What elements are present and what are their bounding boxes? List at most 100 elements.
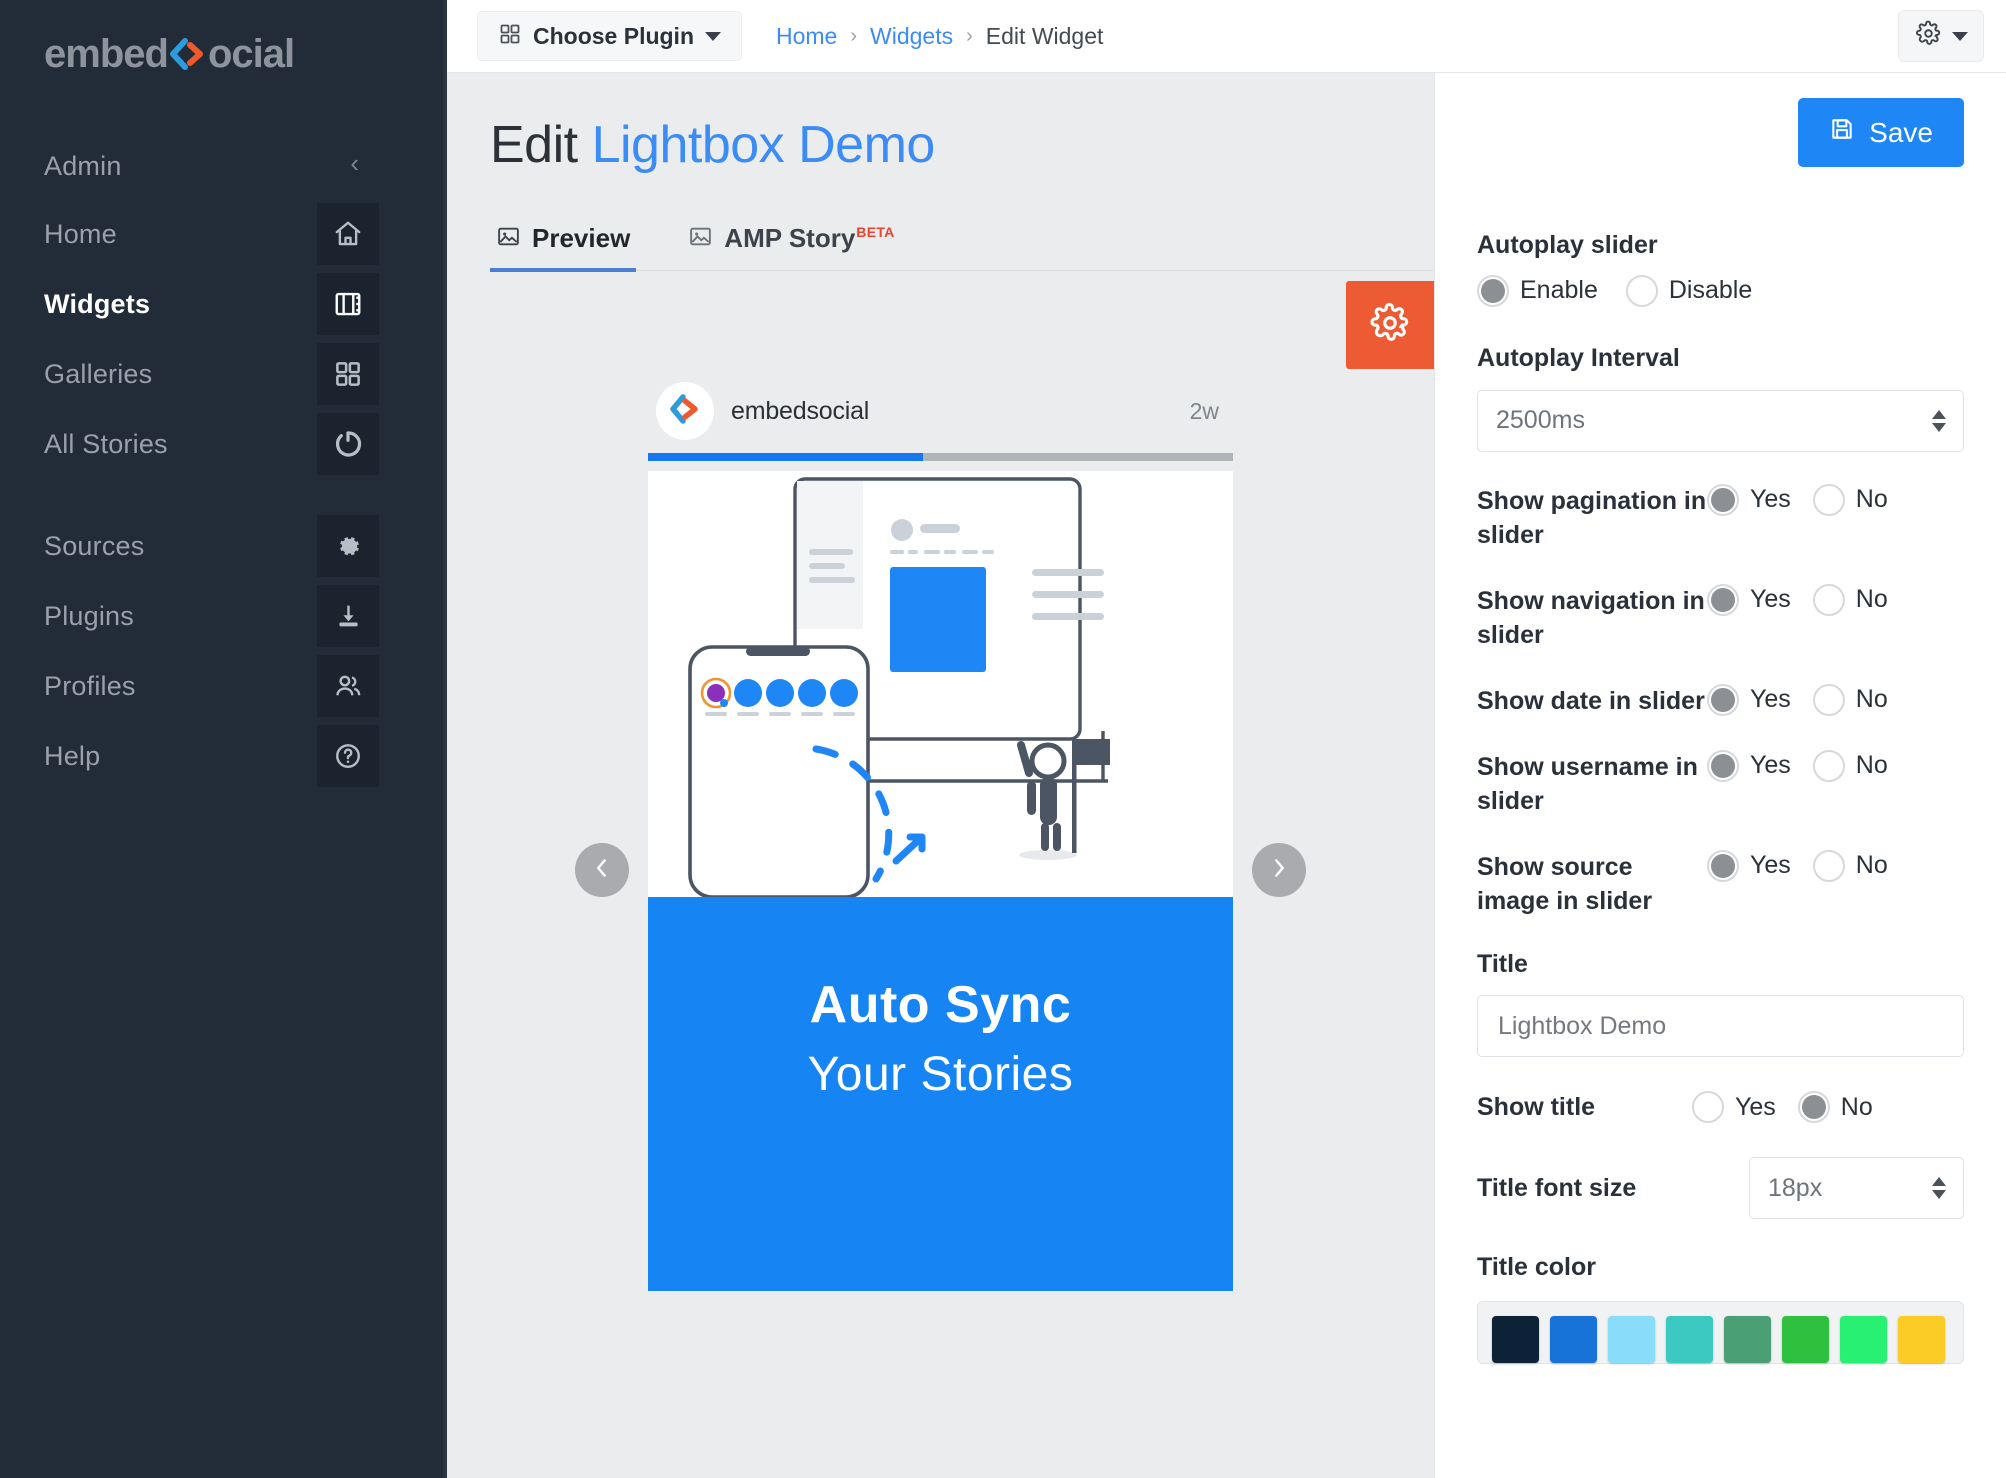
radio-label: Yes — [1750, 751, 1791, 779]
story-media[interactable]: Auto Sync Your Stories — [648, 471, 1233, 1291]
show-navigation-no[interactable]: No — [1812, 583, 1888, 616]
autoplay-interval-select[interactable]: 2500ms — [1477, 389, 1964, 452]
story-illustration — [648, 471, 1233, 897]
autoplay-slider-label: Autoplay slider — [1477, 231, 1658, 259]
show-pagination-no[interactable]: No — [1812, 483, 1888, 516]
title-font-size-row: Title font size 18px — [1477, 1157, 1964, 1220]
show-username-no[interactable]: No — [1812, 749, 1888, 782]
film-strip-icon — [317, 273, 379, 335]
show-title-no[interactable]: No — [1797, 1091, 1873, 1124]
avatar[interactable] — [656, 382, 714, 440]
title-input[interactable] — [1477, 995, 1964, 1058]
title-field: Title — [1477, 948, 1964, 1058]
main-area: Choose Plugin Home › Widgets › Edit Widg… — [447, 0, 2006, 1478]
breadcrumb-separator: › — [850, 24, 858, 47]
sidebar-item-plugins[interactable]: Plugins — [0, 581, 447, 651]
preview-prev-button[interactable] — [575, 843, 629, 897]
story-timestamp: 2w — [1189, 397, 1219, 424]
radio-dot — [1707, 683, 1739, 716]
show-source-image-yes[interactable]: Yes — [1707, 849, 1791, 882]
sidebar-divider-gap — [0, 479, 447, 511]
title-color-field: Title color — [1477, 1251, 1964, 1364]
radio-label: No — [1855, 685, 1888, 713]
sidebar-item-sources[interactable]: Sources — [0, 511, 447, 581]
color-swatch[interactable] — [1840, 1316, 1887, 1363]
show-pagination-yes[interactable]: Yes — [1707, 483, 1791, 516]
show-source-image-row: Show source image in slider Yes No — [1477, 848, 1964, 918]
show-title-yes[interactable]: Yes — [1692, 1091, 1776, 1124]
sidebar-item-all-stories[interactable]: All Stories — [0, 409, 447, 479]
color-swatch[interactable] — [1898, 1316, 1945, 1363]
color-swatch[interactable] — [1550, 1316, 1597, 1363]
sidebar-item-label: Widgets — [44, 288, 151, 319]
preview-settings-fab[interactable] — [1346, 281, 1434, 369]
autoplay-interval-value: 2500ms — [1496, 406, 1585, 434]
sidebar-item-label: Home — [44, 218, 117, 249]
show-date-no[interactable]: No — [1812, 683, 1888, 716]
sidebar-item-galleries[interactable]: Galleries — [0, 339, 447, 409]
story-progress-bar[interactable] — [648, 453, 1233, 461]
color-swatch[interactable] — [1782, 1316, 1829, 1363]
autoplay-interval-label: Autoplay Interval — [1477, 343, 1680, 372]
story-caption-line1: Auto Sync — [809, 976, 1072, 1034]
tab-preview-label: Preview — [532, 223, 631, 253]
show-username-yes[interactable]: Yes — [1707, 749, 1791, 782]
radio-dot — [1625, 274, 1658, 307]
sidebar-item-label: Profiles — [44, 670, 136, 701]
show-source-image-no[interactable]: No — [1812, 849, 1888, 882]
tab-amp-story[interactable]: AMP StoryBETA — [682, 223, 900, 270]
autoplay-slider-option-disable[interactable]: Disable — [1625, 274, 1752, 307]
settings-menu-button[interactable] — [1898, 10, 1984, 62]
embedsocial-mark-icon — [668, 393, 702, 430]
autoplay-interval-field: Autoplay Interval 2500ms — [1477, 342, 1964, 452]
save-button[interactable]: Save — [1798, 98, 1964, 167]
sidebar: embed ocial ‹ Admin Home Widgets Gallerie… — [0, 0, 447, 1478]
radio-dot — [1812, 849, 1845, 882]
caret-down-icon — [1951, 31, 1968, 41]
sidebar-item-home[interactable]: Home — [0, 199, 447, 269]
show-title-label: Show title — [1477, 1092, 1596, 1121]
auto-sync-illustration-svg — [688, 477, 1110, 897]
choose-plugin-button[interactable]: Choose Plugin — [477, 11, 742, 61]
show-date-yes[interactable]: Yes — [1707, 683, 1791, 716]
show-username-label: Show username in slider — [1477, 752, 1698, 815]
color-swatch[interactable] — [1608, 1316, 1655, 1363]
radio-label: No — [1855, 751, 1888, 779]
brand-logo[interactable]: embed ocial — [0, 0, 447, 77]
title-field-label: Title — [1477, 949, 1528, 978]
title-font-size-select[interactable]: 18px — [1749, 1157, 1964, 1220]
sidebar-nav: Admin Home Widgets Galleries All Stories… — [0, 133, 447, 791]
radio-label: Yes — [1750, 851, 1791, 879]
preview-column: Edit Lightbox Demo Preview AMP StoryBETA… — [447, 73, 1434, 1478]
sidebar-item-help[interactable]: Help — [0, 721, 447, 791]
sidebar-item-profiles[interactable]: Profiles — [0, 651, 447, 721]
autoplay-slider-option-enable[interactable]: Enable — [1477, 274, 1598, 307]
radio-dot — [1692, 1091, 1724, 1124]
page-title-prefix: Edit — [490, 116, 578, 174]
brand-logo-text-b: ocial — [207, 32, 295, 76]
autoplay-slider-options: Enable Disable — [1477, 274, 1964, 307]
breadcrumb-item-home[interactable]: Home — [776, 23, 837, 50]
radio-label: Yes — [1750, 485, 1791, 513]
color-swatch[interactable] — [1724, 1316, 1771, 1363]
preview-next-button[interactable] — [1252, 843, 1306, 897]
chevron-right-icon — [1266, 855, 1292, 886]
show-date-options: Yes No — [1707, 682, 1888, 716]
chevron-left-icon — [589, 855, 615, 886]
tab-preview[interactable]: Preview — [490, 223, 637, 272]
color-swatch[interactable] — [1666, 1316, 1713, 1363]
radio-dot — [1812, 583, 1845, 616]
show-navigation-yes[interactable]: Yes — [1707, 583, 1791, 616]
title-color-swatches — [1477, 1301, 1964, 1364]
gear-icon — [1915, 20, 1942, 52]
radio-label: No — [1840, 1092, 1873, 1121]
spinner-arrows-icon — [1932, 1177, 1946, 1200]
radio-dot — [1707, 583, 1739, 616]
radio-label: Yes — [1735, 1092, 1776, 1121]
radio-dot — [1707, 849, 1739, 882]
grid-icon — [317, 343, 379, 405]
color-swatch[interactable] — [1492, 1316, 1539, 1363]
breadcrumb-item-widgets[interactable]: Widgets — [870, 23, 953, 50]
sidebar-item-widgets[interactable]: Widgets — [0, 269, 447, 339]
page-title: Edit Lightbox Demo — [447, 73, 1434, 175]
